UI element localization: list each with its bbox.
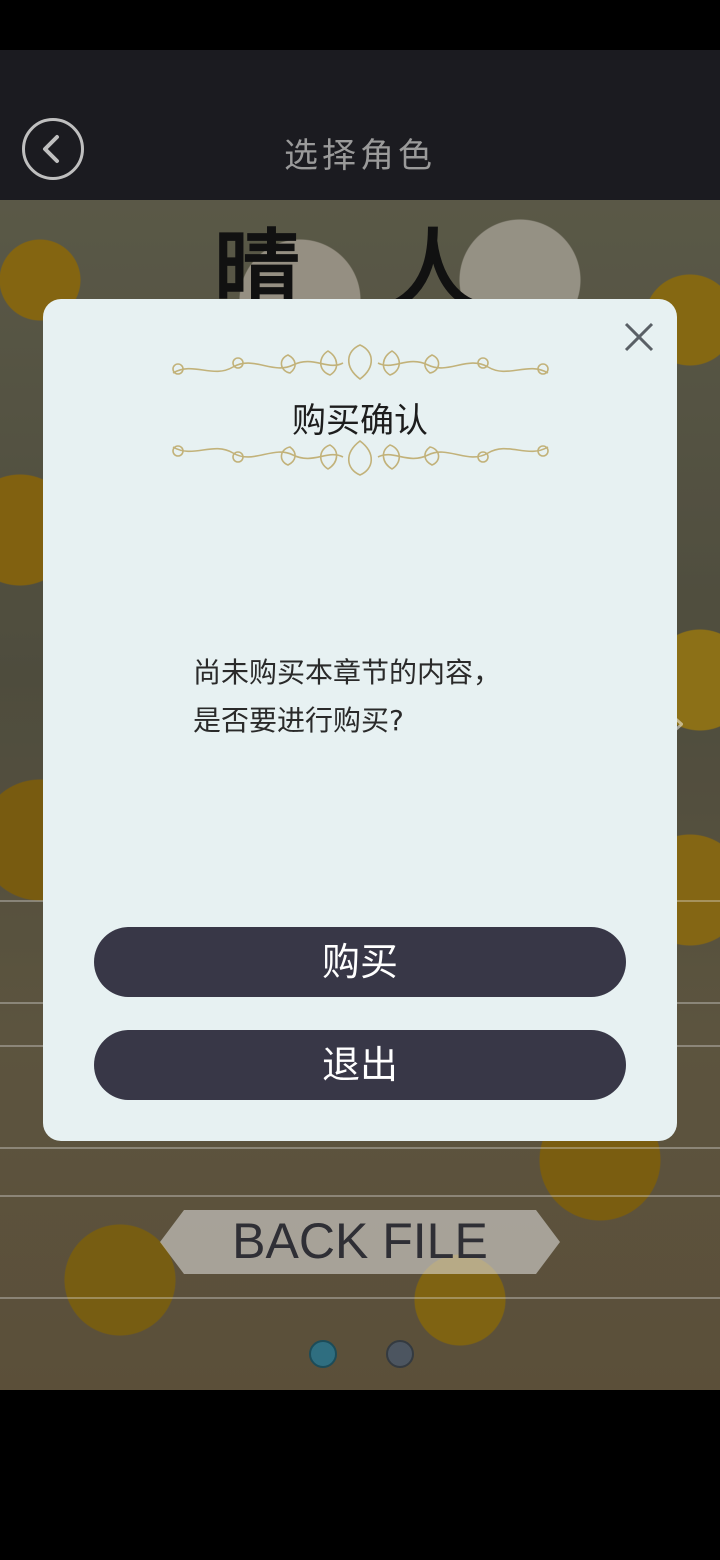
page-title: 选择角色 [284, 136, 436, 176]
back-file-label: BACK FILE [232, 1213, 488, 1269]
message-line: 是否要进行购买? [193, 704, 404, 737]
dialog-message: 尚未购买本章节的内容， 是否要进行购买? [193, 649, 593, 745]
buy-button[interactable]: 购买 [94, 927, 626, 997]
ornament-divider [172, 344, 549, 381]
close-icon[interactable] [621, 319, 657, 355]
header: 选择角色 [0, 50, 720, 200]
page-indicator[interactable] [386, 1340, 414, 1368]
purchase-dialog: 购买确认 尚未购买本章节的内容， 是否要进行购买? 购买 退出 [43, 299, 677, 1141]
exit-button[interactable]: 退出 [94, 1030, 626, 1100]
ornament-divider [172, 439, 549, 476]
message-line: 尚未购买本章节的内容， [193, 656, 502, 689]
page-indicator-active[interactable] [309, 1340, 337, 1368]
status-bar [0, 0, 720, 50]
bottom-area [0, 1390, 720, 1560]
